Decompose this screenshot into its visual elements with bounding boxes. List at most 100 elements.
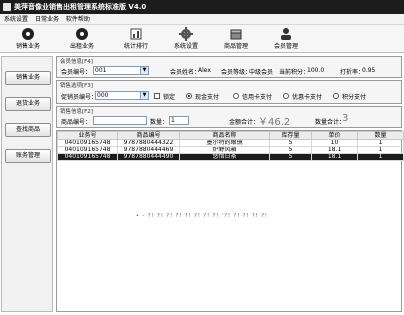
toolbar-settings-button[interactable]: 系统设置 [162,27,210,52]
column-header[interactable]: 数量 [357,131,404,140]
radio-credit-card[interactable] [233,93,239,99]
member-level-label: 会员等级： [221,69,252,76]
toolbar-stats-button[interactable]: 统计排行 [112,27,160,52]
table-cell: 18.1 [311,146,358,154]
column-header[interactable]: 业务号 [57,131,118,140]
table-header-row: 业务号 商品编号 商品名称 库存量 单价 数量 [57,131,404,140]
radio-points-label: 积分支付 [342,94,367,101]
sidebar-item-find-product[interactable]: 查找商品 [5,123,51,137]
quantity-label: 数量： [150,119,169,126]
product-code-input[interactable] [93,116,147,125]
table-cell: 10 [311,139,358,147]
member-name-label: 会员姓名： [170,69,201,76]
table-cell: 1 [357,153,404,161]
amount-total-label: 金额合计： [229,119,260,126]
title-bar: 美萍音像业销售出租管理系统标准版 V4.0 [0,0,404,14]
toolbar-label: 会员管理 [273,43,298,50]
member-icon [281,28,291,40]
quantity-total-label: 数量合计： [315,119,346,126]
radio-points[interactable] [333,93,339,99]
chart-icon [130,28,142,40]
column-header[interactable]: 库存量 [269,131,312,140]
sidebar-item-accounts[interactable]: 账务管理 [5,149,51,163]
table-cell: 9787880444322 [117,139,180,147]
member-id-combo[interactable]: 001 ▼ [93,66,149,75]
cd-icon [22,28,34,40]
toolbar-rental-button[interactable]: 出租业务 [58,27,106,52]
table-cell: 040109165748 [57,153,118,161]
toolbar-label: 系统设置 [173,43,198,50]
member-info-group: 会员信息[F4] 会员编号： 001 ▼ 会员姓名： Alex 会员等级： 中级… [56,56,402,78]
table-cell: 墨尔特的眼镜 [179,139,270,147]
toolbar-label: 商品管理 [223,43,248,50]
discount-label: 打折率： [340,69,365,76]
staff-id-value: 000 [97,92,109,99]
table-cell: 040109165748 [57,139,118,147]
group-title: 会员信息[F4] [60,59,93,65]
member-points-value: 100.0 [307,67,325,74]
toolbar: 销售业务 出租业务 统计排行 系统设置 商品管理 会员管理 [0,25,404,53]
table-cell: 1 [357,146,404,154]
radio-cash-label: 现金支付 [195,94,220,101]
column-header[interactable]: 商品名称 [179,131,270,140]
menu-bar: 系统设置 日常业务 软件帮助 [0,14,404,25]
menu-daily[interactable]: 日常业务 [35,16,59,23]
overlay-text: • - ?! ?! ?! ?! ?! ?! ?! ?! '?! ?! ?! ?!… [136,213,268,219]
toolbar-label: 销售业务 [15,43,40,50]
member-name-value: Alex [198,67,211,74]
product-code-label: 商品编号： [61,119,92,126]
radio-discount-card[interactable] [283,93,289,99]
menu-system[interactable]: 系统设置 [4,16,28,23]
menu-help[interactable]: 软件帮助 [66,16,90,23]
quantity-total-value: 3 [342,113,349,124]
chevron-down-icon[interactable]: ▼ [140,92,148,99]
toolbar-sales-button[interactable]: 销售业务 [4,27,52,52]
sales-info-group: 销售信息[F2] 商品编号： 数量： 1 金额合计： ￥46.2 数量合计： 3 [56,106,402,128]
radio-credit-card-label: 信用卡支付 [242,94,273,101]
member-id-label: 会员编号： [61,69,92,76]
table-cell: 18.1 [311,153,358,161]
sidebar: 销售业务 退货业务 查找商品 账务管理 [1,56,53,312]
chevron-down-icon[interactable]: ▼ [140,67,148,74]
quantity-input[interactable]: 1 [169,116,189,125]
table-cell: 炉野风箱 [179,146,270,154]
sale-options-group: 销售选项[F3] 促销员编号： 000 ▼ 锁定 现金支付 信用卡支付 优惠卡支… [56,80,402,104]
member-id-value: 001 [95,67,107,74]
toolbar-label: 统计排行 [123,43,148,50]
table-cell: 9787880444469 [117,146,180,154]
radio-discount-card-label: 优惠卡支付 [292,94,323,101]
table-cell: 9787880444490 [117,153,180,161]
table-row[interactable]: 040109165748 9787880444469 炉野风箱 5 18.1 1 [57,146,404,154]
lock-checkbox[interactable] [154,93,160,99]
table-cell: 040109165748 [57,146,118,154]
table-cell: 1 [357,139,404,147]
column-header[interactable]: 商品编号 [117,131,180,140]
member-points-label: 当前积分： [279,69,310,76]
window-title: 美萍音像业销售出租管理系统标准版 V4.0 [14,3,147,11]
member-level-value: 中级会员 [249,69,274,76]
staff-id-label: 促销员编号： [61,94,98,101]
toolbar-label: 出租业务 [69,43,94,50]
staff-id-combo[interactable]: 000 ▼ [95,91,149,100]
app-icon [3,3,11,11]
table-cell: 悠悟日茶 [179,153,270,161]
main-panel: 会员信息[F4] 会员编号： 001 ▼ 会员姓名： Alex 会员等级： 中级… [56,56,404,312]
table-row[interactable]: 040109165748 9787880444322 墨尔特的眼镜 5 10 1 [57,139,404,147]
sales-table[interactable]: 业务号 商品编号 商品名称 库存量 单价 数量 040109165748 978… [56,130,404,312]
toolbar-members-button[interactable]: 会员管理 [262,27,310,52]
table-row-selected[interactable]: 040109165748 9787880444490 悠悟日茶 5 18.1 1 [57,153,404,161]
table-cell: 5 [269,153,312,161]
group-title: 销售信息[F2] [60,109,93,115]
group-title: 销售选项[F3] [60,83,93,89]
amount-total-value: ￥46.2 [258,117,291,128]
sidebar-item-returns[interactable]: 退货业务 [5,97,51,111]
sidebar-item-sales[interactable]: 销售业务 [5,71,51,85]
table-cell: 5 [269,146,312,154]
table-cell: 5 [269,139,312,147]
box-icon [230,29,242,40]
gear-icon [179,27,193,41]
radio-cash[interactable] [186,93,192,99]
toolbar-products-button[interactable]: 商品管理 [212,27,260,52]
sales-table-grid: 业务号 商品编号 商品名称 库存量 单价 数量 040109165748 978… [57,131,404,161]
column-header[interactable]: 单价 [311,131,358,140]
